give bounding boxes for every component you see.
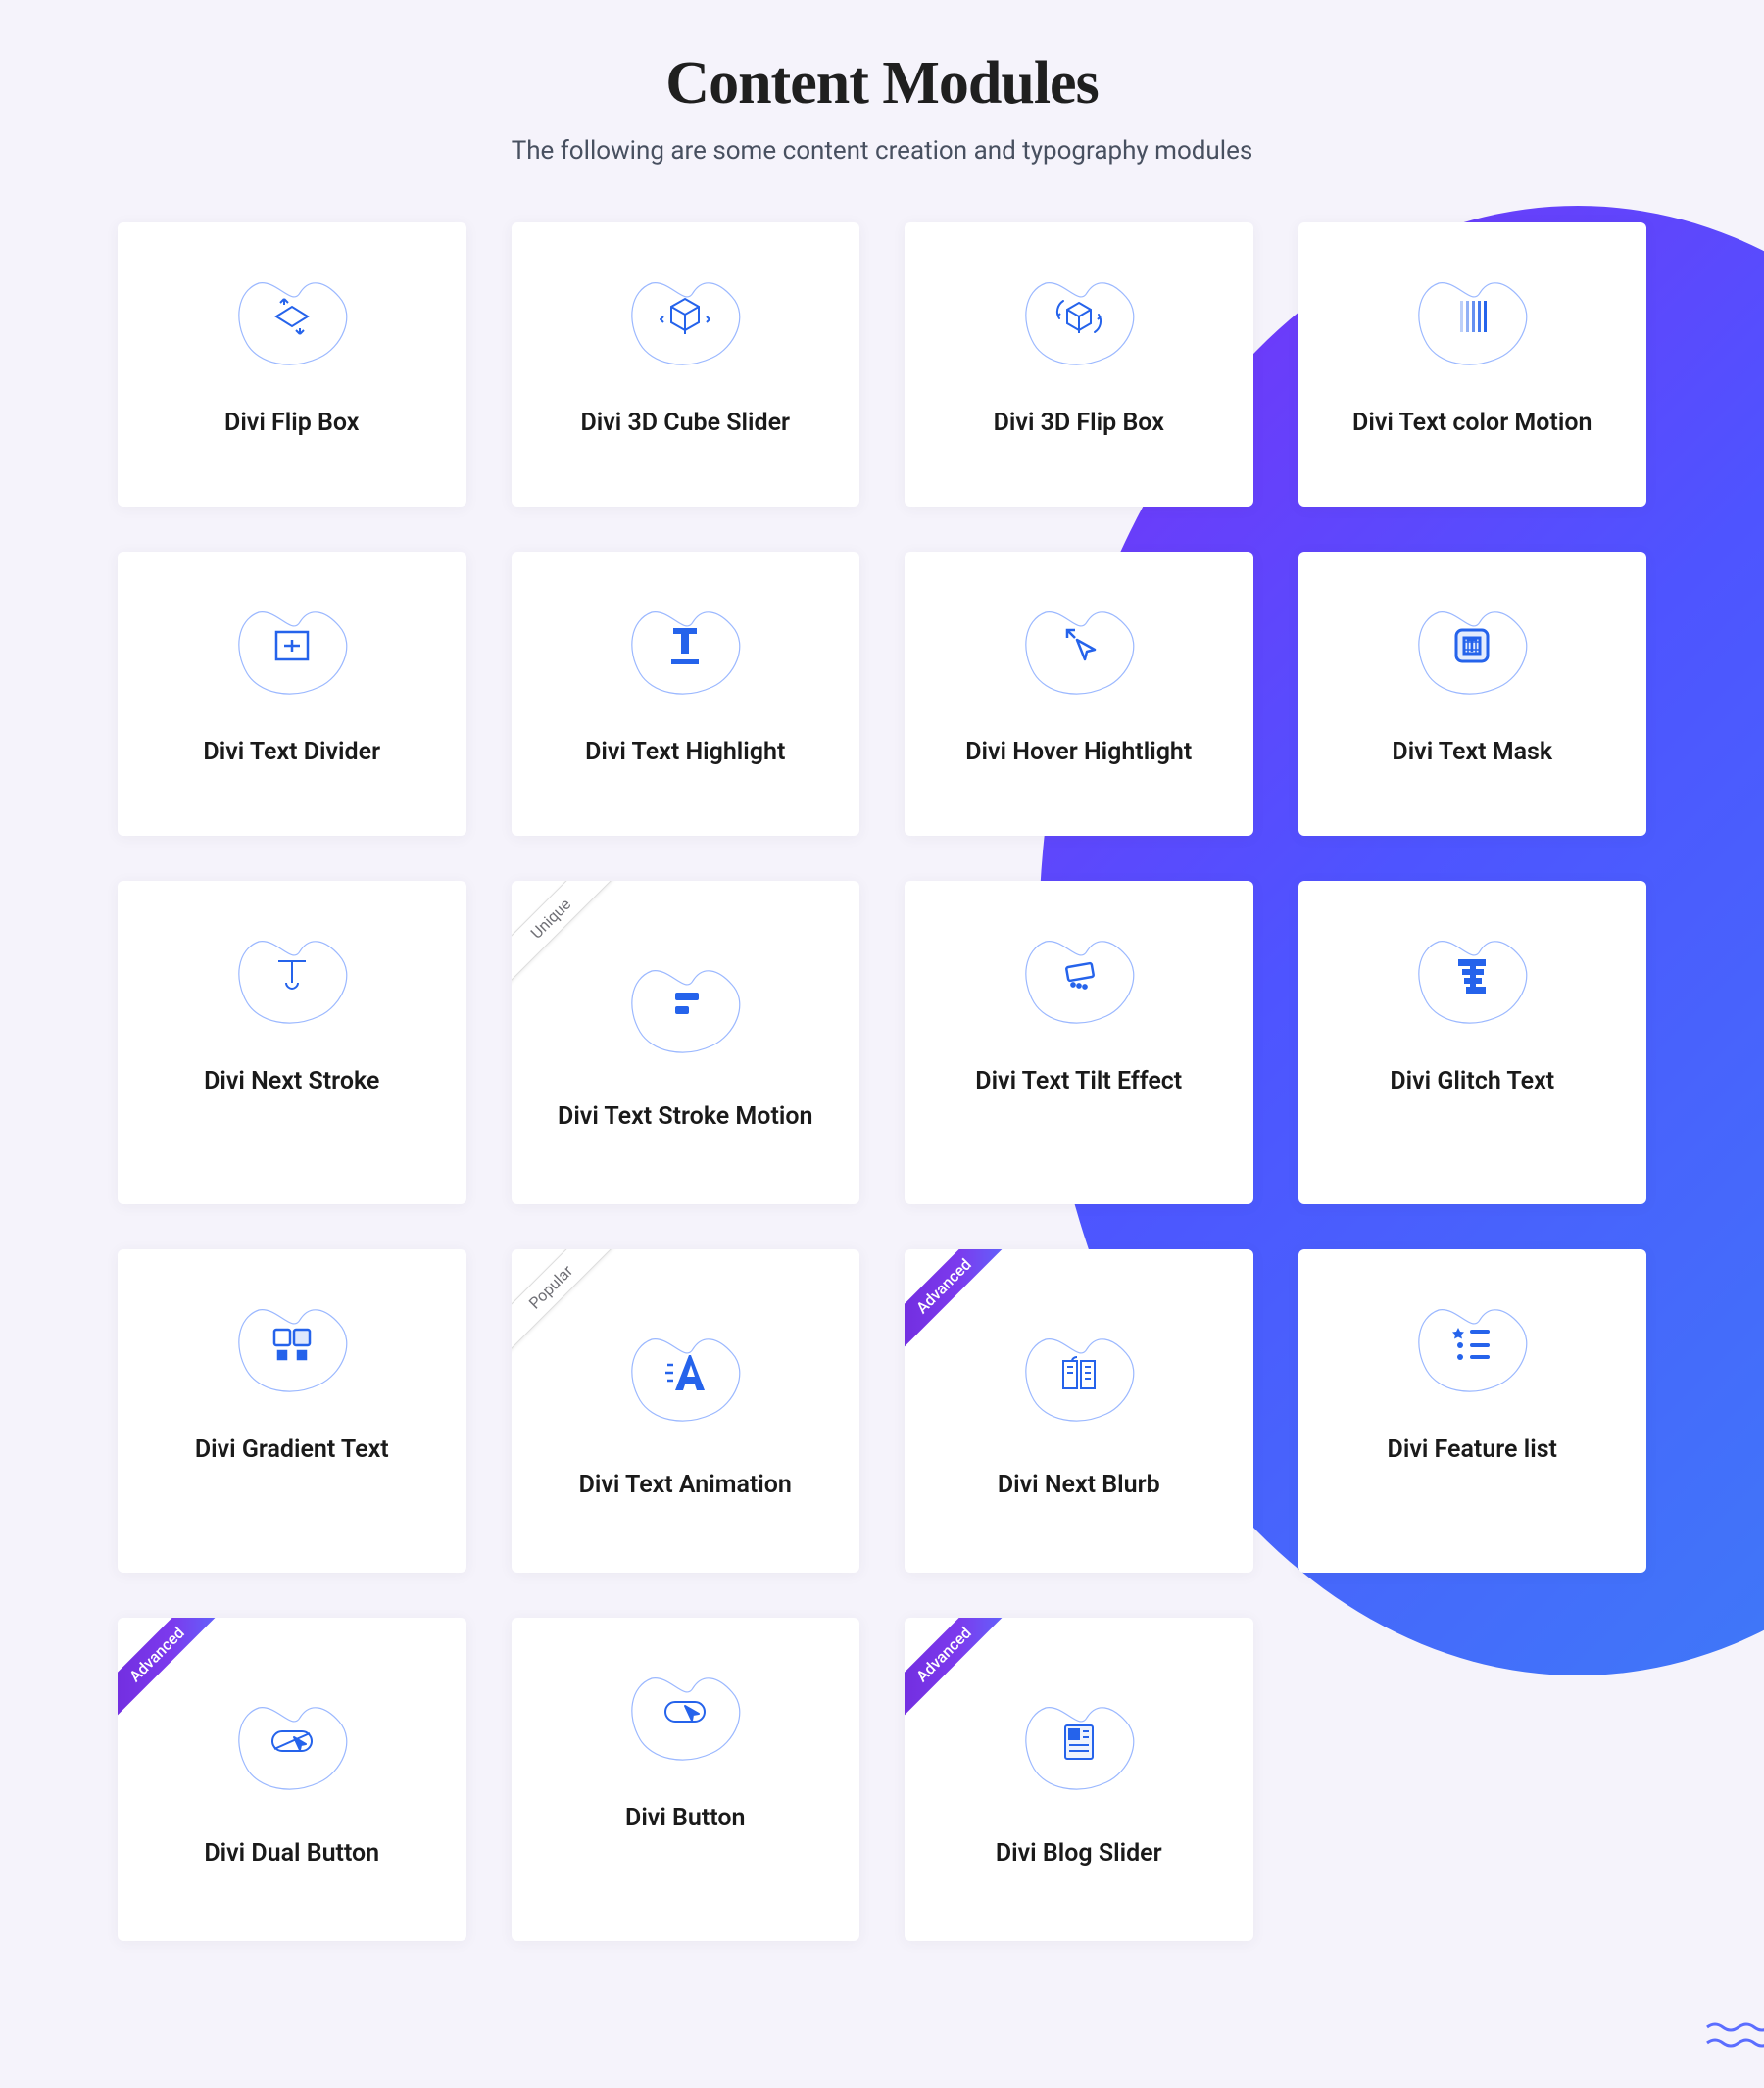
module-title: Divi Text Stroke Motion (529, 1102, 843, 1131)
module-card[interactable]: Divi Flip Box (118, 222, 466, 507)
icon-wrap (529, 1667, 843, 1765)
mask-icon: T (1446, 620, 1497, 671)
icon-wrap (922, 930, 1236, 1028)
module-title: Divi Button (529, 1804, 843, 1832)
module-card[interactable]: Divi Text Highlight (512, 552, 860, 836)
module-title: Divi Text color Motion (1316, 409, 1630, 437)
module-card[interactable]: AdvancedDivi Blog Slider (905, 1618, 1253, 1941)
flip-box-icon (267, 291, 318, 342)
feature-list-icon (1446, 1318, 1497, 1369)
module-title: Divi Text Animation (529, 1471, 843, 1499)
icon-wrap (529, 601, 843, 699)
icon-wrap (922, 601, 1236, 699)
page-subtitle: The following are some content creation … (98, 136, 1666, 166)
module-card[interactable]: Divi Button (512, 1618, 860, 1941)
module-card[interactable]: Divi 3D Flip Box (905, 222, 1253, 507)
icon-wrap (135, 1298, 449, 1396)
button-icon (660, 1686, 710, 1737)
icon-wrap: T (1316, 601, 1630, 699)
stroke-icon (267, 949, 318, 1000)
module-title: Divi Next Stroke (135, 1067, 449, 1095)
dual-button-icon (267, 1716, 318, 1767)
modules-grid: Divi Flip Box Divi 3D Cube Slider Divi 3D … (118, 222, 1646, 1941)
module-card[interactable]: UniqueDivi Text Stroke Motion (512, 881, 860, 1204)
module-title: Divi Feature list (1316, 1435, 1630, 1464)
icon-wrap (135, 271, 449, 369)
divider-icon (267, 620, 318, 671)
text-color-icon (1446, 291, 1497, 342)
module-card[interactable]: Divi Text color Motion (1298, 222, 1647, 507)
icon-wrap (135, 1696, 449, 1794)
cube-slider-icon (660, 291, 710, 342)
wave-decoration (1705, 2019, 1764, 2059)
module-card[interactable]: Divi Hover Hightlight (905, 552, 1253, 836)
glitch-icon (1446, 949, 1497, 1000)
icon-wrap (1316, 271, 1630, 369)
tilt-icon (1054, 949, 1104, 1000)
module-title: Divi Flip Box (135, 409, 449, 437)
module-title: Divi Blog Slider (922, 1839, 1236, 1868)
icon-wrap (922, 1328, 1236, 1426)
module-title: Divi 3D Flip Box (922, 409, 1236, 437)
svg-text:T: T (1467, 636, 1478, 656)
icon-wrap (1316, 1298, 1630, 1396)
module-card[interactable]: AdvancedDivi Next Blurb (905, 1249, 1253, 1573)
module-title: Divi Text Mask (1316, 738, 1630, 766)
module-card[interactable]: Divi Glitch Text (1298, 881, 1647, 1204)
icon-wrap (135, 930, 449, 1028)
module-card[interactable]: Divi Text Tilt Effect (905, 881, 1253, 1204)
module-title: Divi Next Blurb (922, 1471, 1236, 1499)
page-title: Content Modules (98, 49, 1666, 119)
module-card[interactable]: Divi Text Divider (118, 552, 466, 836)
blurb-icon (1054, 1347, 1104, 1398)
module-title: Divi Gradient Text (135, 1435, 449, 1464)
module-card[interactable]: PopularDivi Text Animation (512, 1249, 860, 1573)
module-title: Divi Text Tilt Effect (922, 1067, 1236, 1095)
module-card[interactable]: Divi Feature list (1298, 1249, 1647, 1573)
hover-arrow-icon (1054, 620, 1104, 671)
stroke-motion-icon (660, 979, 710, 1030)
icon-wrap (1316, 930, 1630, 1028)
module-title: Divi Glitch Text (1316, 1067, 1630, 1095)
icon-wrap (529, 1328, 843, 1426)
module-title: Divi Dual Button (135, 1839, 449, 1868)
module-card[interactable]: Divi 3D Cube Slider (512, 222, 860, 507)
module-card[interactable]: Divi Next Stroke (118, 881, 466, 1204)
module-card[interactable]: T Divi Text Mask (1298, 552, 1647, 836)
highlight-icon (660, 620, 710, 671)
module-card[interactable]: AdvancedDivi Dual Button (118, 1618, 466, 1941)
icon-wrap (922, 1696, 1236, 1794)
icon-wrap (135, 601, 449, 699)
gradient-icon (267, 1318, 318, 1369)
cube-flip-icon (1054, 291, 1104, 342)
blog-icon (1054, 1716, 1104, 1767)
page-header: Content Modules The following are some c… (98, 49, 1666, 166)
icon-wrap (922, 271, 1236, 369)
module-title: Divi Hover Hightlight (922, 738, 1236, 766)
module-title: Divi Text Divider (135, 738, 449, 766)
module-title: Divi Text Highlight (529, 738, 843, 766)
module-card[interactable]: Divi Gradient Text (118, 1249, 466, 1573)
icon-wrap (529, 271, 843, 369)
animation-icon (660, 1347, 710, 1398)
module-title: Divi 3D Cube Slider (529, 409, 843, 437)
icon-wrap (529, 959, 843, 1057)
